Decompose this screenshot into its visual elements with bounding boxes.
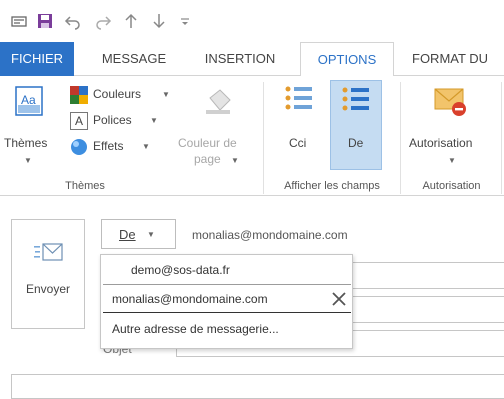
page-color-label-line1: Couleur de	[178, 136, 237, 150]
undo-icon[interactable]	[64, 12, 82, 30]
colors-button[interactable]: Couleurs ▼	[70, 84, 170, 106]
dropdown-item-other-address[interactable]: Autre adresse de messagerie...	[112, 322, 348, 336]
permission-label: Autorisation	[409, 136, 473, 150]
ribbon-options: Aa Thèmes ▼ Couleurs ▼ A Polices ▼ Effet…	[0, 76, 504, 196]
dropdown-item-demo[interactable]: demo@sos-data.fr	[131, 263, 351, 277]
group-separator	[400, 82, 401, 194]
bcc-list-icon	[284, 84, 314, 123]
svg-text:Aa: Aa	[21, 93, 36, 107]
redo-icon[interactable]	[94, 12, 112, 30]
group-label-permission: Autorisation	[422, 180, 481, 192]
show-bcc-button[interactable]: Cci	[272, 80, 324, 168]
tab-file[interactable]: FICHIER	[0, 42, 74, 76]
group-separator	[263, 82, 264, 194]
send-icon	[34, 242, 64, 269]
chevron-down-icon: ▼	[150, 116, 158, 125]
save-icon[interactable]	[36, 12, 54, 30]
send-label: Envoyer	[25, 282, 71, 296]
dropdown-item-monalias: monalias@mondomaine.com	[112, 292, 268, 306]
effects-button[interactable]: Effets ▼	[70, 136, 170, 158]
group-label-show-fields: Afficher les champs	[284, 180, 380, 192]
themes-label: Thèmes	[4, 136, 48, 150]
chevron-down-icon: ▼	[24, 156, 32, 165]
permission-button[interactable]: Autorisation ▼	[404, 80, 498, 170]
tab-options[interactable]: OPTIONS	[300, 42, 394, 77]
from-dropdown-menu: demo@sos-data.fr monalias@mondomaine.com…	[100, 254, 353, 349]
from-list-icon	[341, 85, 371, 124]
fonts-label: Polices	[93, 113, 132, 127]
restricted-email-icon	[434, 86, 468, 123]
next-item-icon[interactable]	[150, 12, 168, 30]
ribbon-tab-bar: FICHIER MESSAGE INSERTION OPTIONS FORMAT…	[0, 42, 504, 77]
effects-label: Effets	[93, 139, 124, 153]
group-separator	[501, 82, 502, 194]
colors-icon	[70, 86, 88, 109]
chevron-down-icon: ▼	[231, 156, 239, 165]
email-icon[interactable]	[10, 12, 28, 30]
themes-icon: Aa	[15, 86, 43, 121]
from-label: De	[348, 136, 364, 150]
send-button[interactable]: Envoyer	[11, 219, 85, 329]
tab-format-text[interactable]: FORMAT DU	[412, 42, 504, 76]
from-address: monalias@mondomaine.com	[192, 228, 348, 242]
quick-access-toolbar	[0, 0, 504, 42]
page-color-label-line2: page	[194, 152, 221, 166]
dropdown-item-selected[interactable]: monalias@mondomaine.com	[103, 289, 351, 313]
customize-toolbar-icon[interactable]	[176, 12, 194, 30]
colors-label: Couleurs	[93, 87, 142, 101]
from-button-label: De	[119, 227, 136, 242]
chevron-down-icon: ▼	[142, 142, 150, 151]
dropdown-divider	[103, 284, 351, 285]
effects-icon	[70, 138, 88, 161]
chevron-down-icon: ▼	[448, 156, 456, 165]
fonts-icon: A	[70, 112, 88, 130]
paint-bucket-icon	[202, 86, 234, 123]
fonts-button[interactable]: A Polices ▼	[70, 110, 170, 132]
previous-item-icon[interactable]	[122, 12, 140, 30]
message-body[interactable]	[11, 374, 504, 399]
tab-insert[interactable]: INSERTION	[194, 42, 286, 76]
themes-button[interactable]: Aa Thèmes ▼	[4, 80, 50, 166]
chevron-down-icon: ▼	[147, 230, 155, 239]
from-dropdown-button[interactable]: De ▼	[101, 219, 176, 249]
tab-message[interactable]: MESSAGE	[92, 42, 176, 76]
chevron-down-icon: ▼	[162, 90, 170, 99]
show-from-button[interactable]: De	[330, 80, 382, 170]
page-color-button[interactable]: Couleur de page ▼	[172, 80, 262, 170]
bcc-label: Cci	[289, 136, 307, 150]
group-label-themes: Thèmes	[65, 180, 105, 192]
close-icon[interactable]	[331, 291, 347, 312]
